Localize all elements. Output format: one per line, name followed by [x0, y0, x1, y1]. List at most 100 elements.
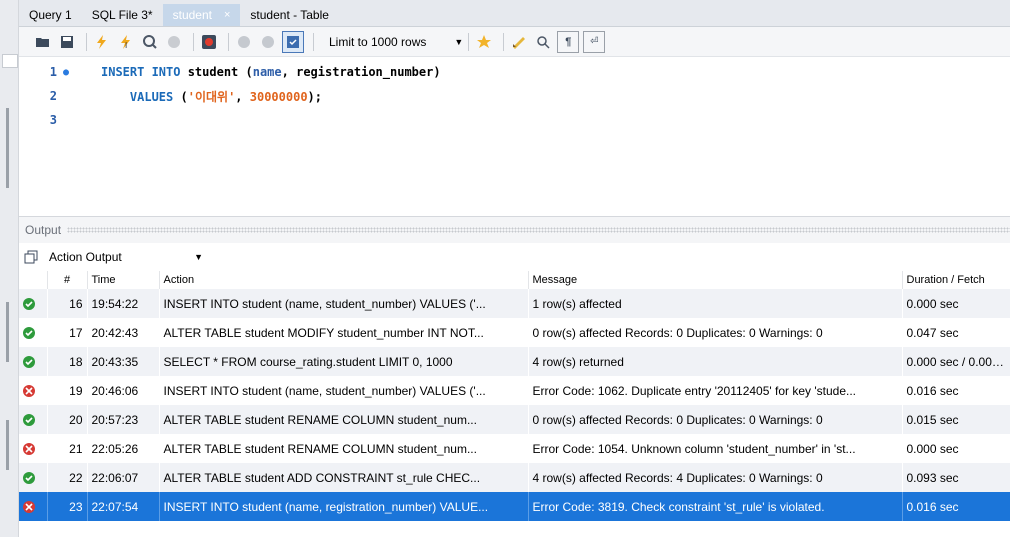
- beautify-icon[interactable]: [509, 32, 529, 52]
- duration-cell: 0.000 sec: [902, 289, 1010, 318]
- toggle-error-icon[interactable]: [199, 32, 219, 52]
- add-snippet-icon[interactable]: [474, 32, 494, 52]
- table-row[interactable]: 19 20:46:06 INSERT INTO student (name, stu…: [19, 376, 1010, 405]
- line-number: 3: [49, 113, 57, 127]
- time-cell: 20:46:06: [87, 376, 160, 405]
- commit-icon[interactable]: [234, 32, 254, 52]
- tab-label: student: [172, 8, 212, 22]
- editor-tab-bar: Query 1 SQL File 3* student × student - Tabl…: [19, 0, 1010, 27]
- output-panel: Output Action Output ▼ # Time Action Messag…: [19, 216, 1010, 537]
- number-cell: 18: [47, 347, 88, 376]
- wrap-icon[interactable]: ⏎: [583, 30, 606, 53]
- workbench-main: Query 1 SQL File 3* student × student - Tabl…: [19, 0, 1010, 537]
- time-cell: 20:57:23: [87, 405, 160, 434]
- duration-cell: 0.047 sec: [902, 318, 1010, 347]
- duration-cell: 0.016 sec: [902, 376, 1010, 405]
- message-cell: 1 row(s) affected: [528, 289, 903, 318]
- output-title: Output: [25, 223, 62, 237]
- tab-sql-file-3[interactable]: SQL File 3*: [82, 4, 163, 26]
- tab-student[interactable]: student ×: [162, 4, 241, 26]
- stop-icon[interactable]: [164, 32, 184, 52]
- table-row[interactable]: 20 20:57:23 ALTER TABLE student RENAME COL…: [19, 405, 1010, 434]
- tab-query-1[interactable]: Query 1: [19, 4, 82, 26]
- editor-line: 1 ● INSERT INTO student (name, registratio…: [19, 61, 441, 83]
- table-row[interactable]: 23 22:07:54 INSERT INTO student (name, reg…: [19, 492, 1010, 521]
- autocommit-icon[interactable]: [282, 30, 304, 53]
- column-header-duration[interactable]: Duration / Fetch: [902, 271, 1010, 289]
- action-cell: ALTER TABLE student RENAME COLUMN studen…: [159, 405, 529, 434]
- code-token: ,: [235, 89, 250, 104]
- toolbar-separator: [503, 32, 505, 51]
- table-row[interactable]: 17 20:42:43 ALTER TABLE student MODIFY stu…: [19, 318, 1010, 347]
- editor-line: 3: [19, 109, 101, 131]
- column-header-time[interactable]: Time: [87, 271, 160, 289]
- open-folder-icon[interactable]: [33, 32, 53, 52]
- output-type-label: Action Output: [49, 250, 122, 264]
- duration-cell: 0.015 sec: [902, 405, 1010, 434]
- sql-toolbar: I Limit to 1000 rows ▼ ¶ ⏎: [19, 27, 1010, 57]
- invisible-chars-icon[interactable]: ¶: [557, 30, 580, 53]
- execute-current-icon[interactable]: I: [116, 32, 136, 52]
- table-row[interactable]: 22 22:06:07 ALTER TABLE student ADD CONSTR…: [19, 463, 1010, 492]
- copy-icon[interactable]: [23, 249, 39, 265]
- status-cell: [19, 376, 48, 405]
- duration-cell: 0.093 sec: [902, 463, 1010, 492]
- column-header-message[interactable]: Message: [528, 271, 903, 289]
- sidebar-input-stub[interactable]: [2, 54, 18, 68]
- status-cell: [19, 318, 48, 347]
- code-token: );: [307, 89, 322, 104]
- number-cell: 23: [47, 492, 88, 521]
- action-cell: INSERT INTO student (name, student_numbe…: [159, 376, 529, 405]
- status-cell: [19, 463, 48, 492]
- column-header-status[interactable]: [19, 271, 48, 289]
- sql-editor[interactable]: 1 ● INSERT INTO student (name, registratio…: [19, 57, 1010, 207]
- message-cell: 0 row(s) affected Records: 0 Duplicates:…: [528, 318, 903, 347]
- message-cell: Error Code: 1062. Duplicate entry '20112…: [528, 376, 903, 405]
- success-check-icon: [23, 326, 35, 339]
- action-output-table: # Time Action Message Duration / Fetch 16 19:…: [19, 271, 1010, 521]
- status-cell: [19, 434, 48, 463]
- column-header-action[interactable]: Action: [159, 271, 529, 289]
- column-header-number[interactable]: #: [47, 271, 88, 289]
- table-row[interactable]: 16 19:54:22 INSERT INTO student (name, stu…: [19, 289, 1010, 318]
- code-text: INSERT INTO student (name, registration_…: [101, 65, 441, 79]
- status-cell: [19, 347, 48, 376]
- action-cell: ALTER TABLE student MODIFY student_numbe…: [159, 318, 529, 347]
- time-cell: 20:43:35: [87, 347, 160, 376]
- panel-grip[interactable]: [67, 227, 1010, 233]
- editor-line: 2 VALUES ('이대위', 30000000);: [19, 85, 322, 107]
- output-header: Output: [19, 216, 1010, 243]
- status-cell: [19, 492, 48, 521]
- output-type-select[interactable]: Action Output ▼: [45, 247, 209, 267]
- code-text: VALUES ('이대위', 30000000);: [101, 88, 322, 105]
- code-token: '이대위': [187, 89, 236, 104]
- explain-icon[interactable]: [140, 32, 160, 52]
- table-row[interactable]: 21 22:05:26 ALTER TABLE student RENAME COL…: [19, 434, 1010, 463]
- success-check-icon: [23, 413, 35, 426]
- sidebar-scroll-marker: [6, 108, 9, 188]
- tab-label: Query 1: [29, 8, 72, 22]
- chevron-down-icon: ▼: [454, 36, 464, 47]
- limit-rows-select[interactable]: Limit to 1000 rows ▼: [325, 32, 463, 52]
- success-check-icon: [23, 471, 35, 484]
- number-cell: 22: [47, 463, 88, 492]
- rollback-icon[interactable]: [258, 32, 278, 52]
- sidebar-scroll-marker: [6, 302, 9, 362]
- error-x-icon: [23, 442, 35, 455]
- close-icon[interactable]: ×: [224, 9, 230, 21]
- number-cell: 16: [47, 289, 88, 318]
- svg-text:I: I: [125, 41, 127, 50]
- code-token: , registration_number): [281, 65, 441, 79]
- success-check-icon: [23, 297, 35, 310]
- execute-icon[interactable]: [92, 32, 112, 52]
- time-cell: 22:06:07: [87, 463, 160, 492]
- code-token: (: [180, 89, 188, 104]
- table-row[interactable]: 18 20:43:35 SELECT * FROM course_rating.st…: [19, 347, 1010, 376]
- tab-student-table[interactable]: student - Table: [240, 4, 339, 26]
- code-token: name: [252, 65, 282, 79]
- time-cell: 22:07:54: [87, 492, 160, 521]
- duration-cell: 0.016 sec: [902, 492, 1010, 521]
- message-cell: 0 row(s) affected Records: 0 Duplicates:…: [528, 405, 903, 434]
- save-icon[interactable]: [57, 32, 77, 52]
- find-icon[interactable]: [533, 32, 553, 52]
